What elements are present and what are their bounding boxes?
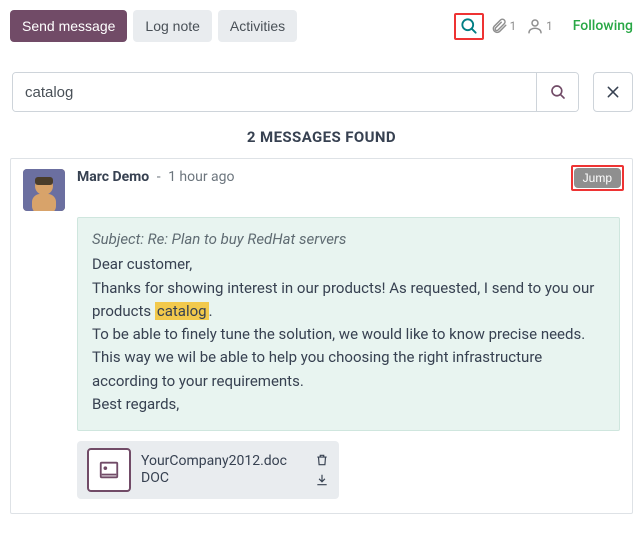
body-line: Best regards, [92, 393, 605, 416]
attachment-delete-icon[interactable] [315, 453, 329, 467]
search-messages-icon[interactable] [454, 13, 484, 40]
search-results-count: 2 MESSAGES FOUND [10, 112, 633, 158]
message-search-close[interactable] [593, 72, 633, 112]
attachment-name: YourCompany2012.doc [141, 453, 287, 471]
message-search-submit[interactable] [536, 73, 578, 111]
message-search-box [12, 72, 579, 112]
activities-button[interactable]: Activities [218, 10, 297, 42]
message-body: Subject: Re: Plan to buy RedHat servers … [77, 217, 620, 431]
file-doc-icon [87, 448, 131, 492]
followers-count-number: 1 [546, 19, 553, 33]
attachments-count-number: 1 [510, 19, 517, 33]
jump-button[interactable]: Jump [574, 168, 621, 188]
body-line: Thanks for showing interest in our produ… [92, 277, 605, 324]
message-author: Marc Demo [77, 169, 149, 185]
message-subject: Subject: Re: Plan to buy RedHat servers [92, 228, 605, 251]
message-search-input[interactable] [13, 73, 536, 111]
search-highlight: catalog [155, 302, 209, 320]
attachment-download-icon[interactable] [315, 473, 329, 487]
body-line: Dear customer, [92, 253, 605, 276]
log-note-button[interactable]: Log note [133, 10, 212, 42]
followers-count[interactable]: 1 [522, 15, 557, 37]
send-message-button[interactable]: Send message [10, 10, 127, 42]
attachments-count[interactable]: 1 [486, 15, 521, 37]
body-line: To be able to finely tune the solution, … [92, 323, 605, 393]
following-toggle[interactable]: Following [559, 18, 633, 34]
meta-separator: - [153, 169, 165, 185]
author-avatar [23, 169, 65, 211]
chatter-toolbar: Send message Log note Activities 1 1 Fol… [10, 10, 633, 50]
message-card: Jump Marc Demo - 1 hour ago Subject: Re:… [10, 158, 633, 514]
attachment-type: DOC [141, 470, 287, 488]
attachment-chip[interactable]: YourCompany2012.doc DOC [77, 441, 339, 499]
message-time: 1 hour ago [168, 169, 234, 185]
